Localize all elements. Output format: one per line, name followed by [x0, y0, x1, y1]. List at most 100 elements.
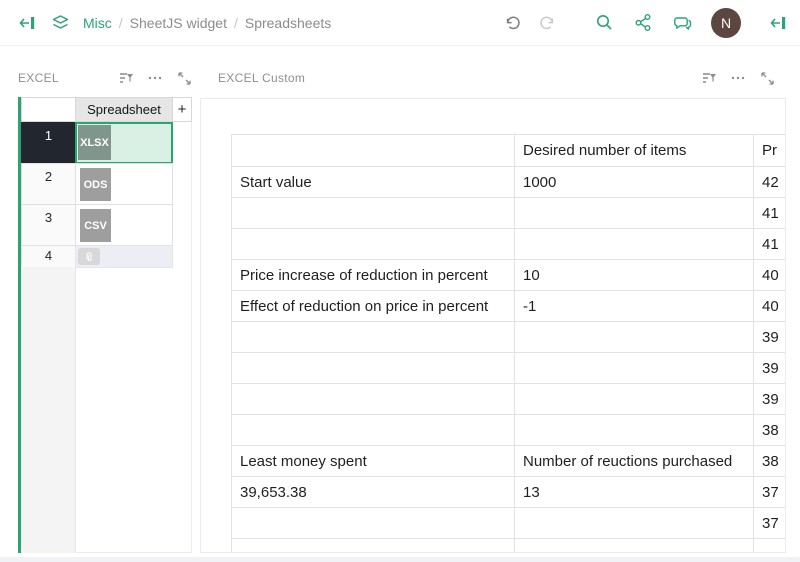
table-cell[interactable] — [515, 384, 754, 415]
table-row — [232, 539, 787, 554]
breadcrumb-separator: / — [119, 15, 123, 31]
excel-custom-widget-header: EXCEL Custom — [218, 66, 775, 90]
table-cell[interactable] — [232, 322, 515, 353]
table-cell[interactable]: 10 — [515, 260, 754, 291]
excel-custom-widget-title: EXCEL Custom — [218, 71, 305, 85]
table-cell[interactable] — [232, 508, 515, 539]
table-cell[interactable]: -1 — [515, 291, 754, 322]
table-cell[interactable]: Number of reuctions purchased — [515, 446, 754, 477]
breadcrumb-separator: / — [234, 15, 238, 31]
csv-file-badge[interactable]: CSV — [80, 209, 111, 242]
share-icon[interactable] — [633, 13, 653, 33]
sheet-cell[interactable]: CSV — [75, 204, 173, 246]
table-row: 38 — [232, 415, 787, 446]
table-cell[interactable]: 40 — [754, 291, 787, 322]
table-cell[interactable]: 39 — [754, 384, 787, 415]
filter-icon[interactable] — [118, 70, 134, 86]
row-header-1[interactable]: 1 — [21, 122, 76, 164]
table-cell[interactable] — [515, 229, 754, 260]
table-cell[interactable]: 41 — [754, 229, 787, 260]
table-cell[interactable]: Effect of reduction on price in percent — [232, 291, 515, 322]
topbar-right: N — [502, 8, 800, 38]
table-row: Desired number of items Pr — [232, 135, 787, 167]
table-cell[interactable]: 37 — [754, 508, 787, 539]
table-cell[interactable]: Start value — [232, 167, 515, 198]
expand-icon[interactable] — [176, 70, 192, 86]
undo-icon[interactable] — [502, 13, 522, 33]
excel-widget-actions — [118, 70, 192, 86]
comments-icon[interactable] — [673, 13, 693, 33]
excel-custom-widget-actions — [701, 70, 775, 86]
table-row: 39 — [232, 384, 787, 415]
table-cell[interactable]: 39 — [754, 322, 787, 353]
table-row: 39 — [232, 353, 787, 384]
redo-icon[interactable] — [538, 13, 558, 33]
layers-icon[interactable] — [50, 13, 70, 33]
ods-file-badge[interactable]: ODS — [80, 168, 111, 201]
table-cell[interactable] — [232, 135, 515, 167]
breadcrumb: Misc / SheetJS widget / Spreadsheets — [83, 15, 331, 31]
table-cell[interactable] — [515, 508, 754, 539]
row-header-4[interactable]: 4 — [21, 245, 76, 268]
sheet-cell-selected[interactable]: XLSX — [75, 122, 173, 164]
table-cell[interactable]: 40 — [754, 260, 787, 291]
table-cell[interactable] — [232, 384, 515, 415]
table-cell[interactable]: 37 — [754, 477, 787, 508]
row-header-3[interactable]: 3 — [21, 204, 76, 246]
breadcrumb-current: Spreadsheets — [245, 15, 331, 31]
more-icon[interactable] — [147, 70, 163, 86]
table-cell[interactable]: Least money spent — [232, 446, 515, 477]
search-icon[interactable] — [594, 13, 614, 33]
table-cell[interactable] — [515, 415, 754, 446]
table-row: 39,653.38 13 37 — [232, 477, 787, 508]
table-cell[interactable] — [515, 353, 754, 384]
table-cell[interactable]: 39,653.38 — [232, 477, 515, 508]
table-cell[interactable]: Pr — [754, 135, 787, 167]
sheet-cell-attachment[interactable] — [75, 245, 173, 268]
collapse-panel-icon[interactable] — [768, 13, 788, 33]
table-cell[interactable] — [232, 353, 515, 384]
table-cell[interactable]: 38 — [754, 415, 787, 446]
sheet-corner-cell[interactable] — [21, 97, 76, 122]
table-cell[interactable] — [515, 539, 754, 554]
add-sheet-button[interactable]: + — [172, 97, 192, 122]
table-cell[interactable] — [515, 198, 754, 229]
breadcrumb-item[interactable]: SheetJS widget — [130, 15, 227, 31]
paperclip-icon — [83, 251, 95, 263]
avatar-initial: N — [721, 15, 731, 31]
table-cell[interactable] — [232, 415, 515, 446]
row-header-2[interactable]: 2 — [21, 163, 76, 205]
table-cell[interactable]: Desired number of items — [515, 135, 754, 167]
table-row: 39 — [232, 322, 787, 353]
table-cell[interactable] — [232, 198, 515, 229]
collapse-sidebar-icon[interactable] — [17, 13, 37, 33]
table-cell[interactable]: 42 — [754, 167, 787, 198]
table-cell[interactable]: 38 — [754, 446, 787, 477]
table-cell[interactable]: 39 — [754, 353, 787, 384]
table-cell[interactable] — [232, 539, 515, 554]
table-row: Start value 1000 42 — [232, 167, 787, 198]
table-cell[interactable]: 41 — [754, 198, 787, 229]
table-row: 41 — [232, 229, 787, 260]
filter-icon[interactable] — [701, 70, 717, 86]
attachment-chip[interactable] — [78, 248, 100, 265]
topbar: Misc / SheetJS widget / Spreadsheets — [0, 0, 800, 46]
breadcrumb-root[interactable]: Misc — [83, 15, 112, 31]
table-cell[interactable]: 13 — [515, 477, 754, 508]
more-icon[interactable] — [730, 70, 746, 86]
topbar-left: Misc / SheetJS widget / Spreadsheets — [0, 13, 502, 33]
avatar[interactable]: N — [711, 8, 741, 38]
row-header-filler[interactable] — [21, 267, 76, 553]
excel-widget-header: EXCEL — [18, 66, 192, 90]
table-cell[interactable] — [232, 229, 515, 260]
xlsx-file-badge[interactable]: XLSX — [78, 125, 111, 160]
expand-icon[interactable] — [759, 70, 775, 86]
table-row: Price increase of reduction in percent 1… — [232, 260, 787, 291]
table-cell[interactable]: 1000 — [515, 167, 754, 198]
table-cell[interactable] — [515, 322, 754, 353]
sheet-tab[interactable]: Spreadsheet — [75, 97, 173, 122]
excel-widget-title: EXCEL — [18, 71, 59, 85]
table-cell[interactable]: Price increase of reduction in percent — [232, 260, 515, 291]
table-cell[interactable] — [754, 539, 787, 554]
sheet-cell[interactable]: ODS — [75, 163, 173, 205]
